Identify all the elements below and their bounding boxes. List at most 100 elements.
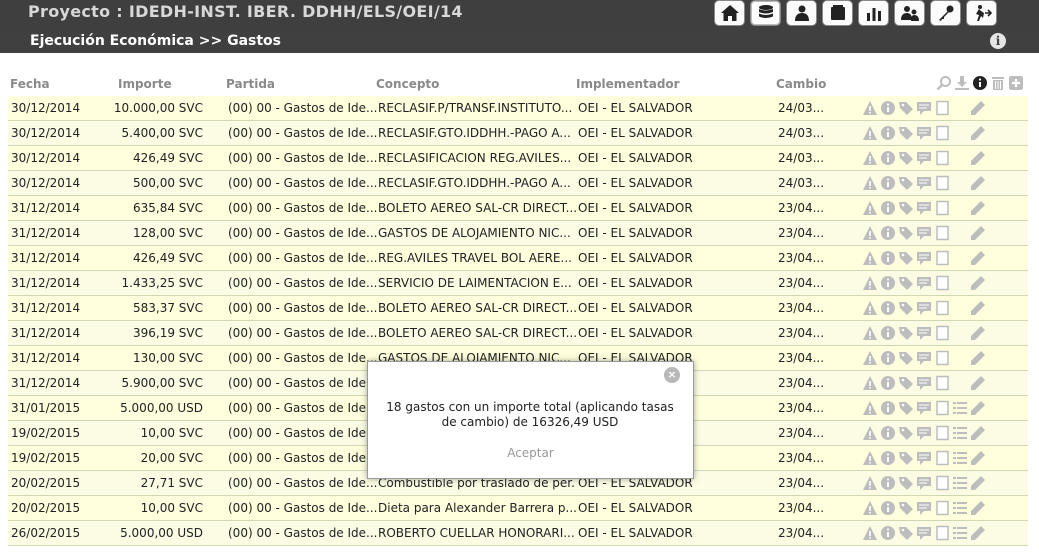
info-icon[interactable]	[880, 425, 896, 442]
comment-icon[interactable]	[916, 250, 932, 267]
document-icon[interactable]	[934, 175, 950, 192]
edit-icon[interactable]	[970, 250, 986, 267]
info-icon[interactable]	[972, 75, 988, 91]
tag-icon[interactable]	[898, 400, 914, 417]
info-icon[interactable]	[880, 525, 896, 542]
comment-icon[interactable]	[916, 325, 932, 342]
document-icon[interactable]	[934, 100, 950, 117]
list-icon[interactable]	[952, 525, 968, 542]
tag-icon[interactable]	[898, 225, 914, 242]
warning-icon[interactable]	[862, 500, 878, 517]
edit-icon[interactable]	[970, 375, 986, 392]
warning-icon[interactable]	[862, 525, 878, 542]
comment-icon[interactable]	[916, 150, 932, 167]
warning-icon[interactable]	[862, 275, 878, 292]
comment-icon[interactable]	[916, 350, 932, 367]
edit-icon[interactable]	[970, 175, 986, 192]
warning-icon[interactable]	[862, 475, 878, 492]
warning-icon[interactable]	[862, 200, 878, 217]
tag-icon[interactable]	[898, 125, 914, 142]
comment-icon[interactable]	[916, 425, 932, 442]
edit-icon[interactable]	[970, 150, 986, 167]
tag-icon[interactable]	[898, 475, 914, 492]
warning-icon[interactable]	[862, 375, 878, 392]
info-icon[interactable]	[880, 275, 896, 292]
table-row[interactable]: 30/12/2014 10.000,00 SVC (00) 00 - Gastos …	[8, 96, 1028, 121]
tag-icon[interactable]	[898, 200, 914, 217]
edit-icon[interactable]	[970, 425, 986, 442]
column-partida[interactable]: Partida	[226, 77, 275, 91]
comment-icon[interactable]	[916, 400, 932, 417]
edit-icon[interactable]	[970, 125, 986, 142]
document-icon[interactable]	[934, 475, 950, 492]
edit-icon[interactable]	[970, 350, 986, 367]
table-row[interactable]: 30/12/2014 500,00 SVC (00) 00 - Gastos de …	[8, 171, 1028, 196]
document-icon[interactable]	[934, 250, 950, 267]
info-icon[interactable]	[880, 500, 896, 517]
warning-icon[interactable]	[862, 325, 878, 342]
trash-icon[interactable]	[990, 75, 1006, 91]
tag-icon[interactable]	[898, 325, 914, 342]
info-icon[interactable]	[880, 225, 896, 242]
comment-icon[interactable]	[916, 475, 932, 492]
document-icon[interactable]	[934, 500, 950, 517]
document-icon[interactable]	[934, 225, 950, 242]
download-icon[interactable]	[954, 75, 970, 91]
column-implementador[interactable]: Implementador	[576, 77, 680, 91]
tag-icon[interactable]	[898, 300, 914, 317]
wallet-button[interactable]	[822, 0, 853, 26]
document-icon[interactable]	[934, 325, 950, 342]
tag-icon[interactable]	[898, 525, 914, 542]
info-icon[interactable]	[880, 150, 896, 167]
edit-icon[interactable]	[970, 200, 986, 217]
comment-icon[interactable]	[916, 225, 932, 242]
table-row[interactable]: 31/12/2014 128,00 SVC (00) 00 - Gastos de …	[8, 221, 1028, 246]
list-icon[interactable]	[952, 500, 968, 517]
column-fecha[interactable]: Fecha	[10, 77, 50, 91]
list-icon[interactable]	[952, 425, 968, 442]
warning-icon[interactable]	[862, 225, 878, 242]
edit-icon[interactable]	[970, 225, 986, 242]
edit-icon[interactable]	[970, 400, 986, 417]
warning-icon[interactable]	[862, 350, 878, 367]
info-icon[interactable]	[880, 125, 896, 142]
info-icon[interactable]	[880, 350, 896, 367]
database-button[interactable]	[750, 0, 781, 26]
users-button[interactable]	[894, 0, 925, 26]
warning-icon[interactable]	[862, 425, 878, 442]
document-icon[interactable]	[934, 450, 950, 467]
comment-icon[interactable]	[916, 300, 932, 317]
search-icon[interactable]	[936, 75, 952, 91]
edit-icon[interactable]	[970, 275, 986, 292]
document-icon[interactable]	[934, 150, 950, 167]
document-icon[interactable]	[934, 300, 950, 317]
info-icon[interactable]	[880, 400, 896, 417]
comment-icon[interactable]	[916, 175, 932, 192]
document-icon[interactable]	[934, 525, 950, 542]
home-button[interactable]	[714, 0, 745, 26]
add-icon[interactable]	[1008, 75, 1024, 91]
table-row[interactable]: 30/12/2014 426,49 SVC (00) 00 - Gastos de …	[8, 146, 1028, 171]
document-icon[interactable]	[934, 200, 950, 217]
tag-icon[interactable]	[898, 425, 914, 442]
table-row[interactable]: 31/12/2014 396,19 SVC (00) 00 - Gastos de …	[8, 321, 1028, 346]
edit-icon[interactable]	[970, 475, 986, 492]
close-icon[interactable]: ×	[664, 367, 680, 383]
key-button[interactable]	[930, 0, 961, 26]
person-button[interactable]	[786, 0, 817, 26]
chart-button[interactable]	[858, 0, 889, 26]
document-icon[interactable]	[934, 125, 950, 142]
info-icon[interactable]	[880, 375, 896, 392]
column-cambio[interactable]: Cambio	[776, 77, 826, 91]
comment-icon[interactable]	[916, 375, 932, 392]
comment-icon[interactable]	[916, 500, 932, 517]
document-icon[interactable]	[934, 425, 950, 442]
document-icon[interactable]	[934, 375, 950, 392]
info-icon[interactable]	[880, 450, 896, 467]
comment-icon[interactable]	[916, 525, 932, 542]
info-icon[interactable]	[880, 200, 896, 217]
comment-icon[interactable]	[916, 125, 932, 142]
comment-icon[interactable]	[916, 450, 932, 467]
edit-icon[interactable]	[970, 450, 986, 467]
info-icon[interactable]	[880, 250, 896, 267]
